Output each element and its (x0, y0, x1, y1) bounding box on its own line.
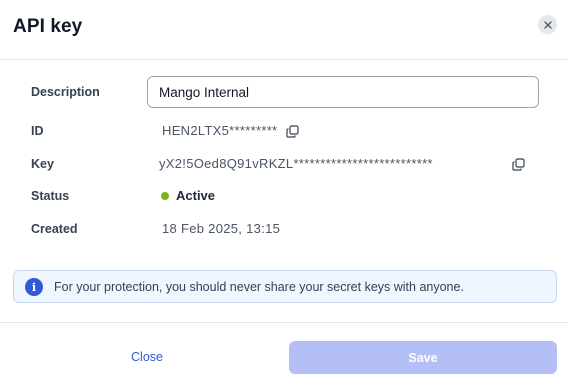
copy-icon (511, 157, 525, 171)
save-button[interactable]: Save (289, 341, 557, 374)
copy-key-button[interactable] (510, 156, 526, 172)
created-value: 18 Feb 2025, 13:15 (162, 221, 281, 236)
close-dialog-button[interactable] (538, 15, 557, 34)
api-key-dialog: API key Description ID HEN2LTX5*********… (0, 0, 568, 386)
info-icon: i (25, 278, 43, 296)
dialog-title: API key (13, 16, 83, 37)
notice-text: For your protection, you should never sh… (54, 280, 464, 294)
security-notice: i For your protection, you should never … (13, 270, 557, 303)
description-input[interactable] (147, 76, 539, 108)
close-button[interactable]: Close (112, 341, 182, 373)
key-value: yX2!5Oed8Q91vRKZL***********************… (159, 156, 433, 171)
key-label: Key (31, 157, 54, 171)
description-label: Description (31, 85, 100, 99)
dialog-header: API key (0, 0, 568, 60)
copy-icon (285, 124, 299, 138)
status-badge: Active (176, 188, 216, 203)
created-label: Created (31, 222, 78, 236)
close-icon (543, 20, 552, 29)
id-label: ID (31, 124, 44, 138)
copy-id-button[interactable] (284, 123, 300, 139)
id-value: HEN2LTX5********* (162, 123, 278, 138)
status-label: Status (31, 189, 70, 203)
status-indicator-dot (161, 192, 169, 200)
